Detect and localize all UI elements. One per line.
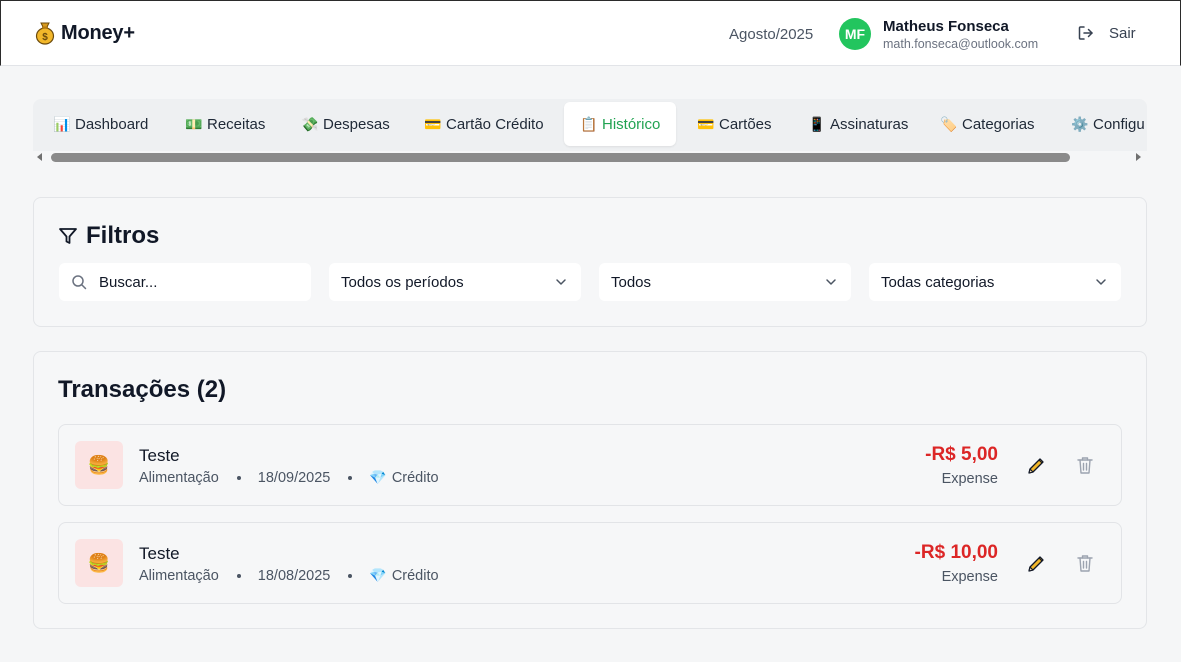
- burger-icon: 🍔: [75, 539, 123, 587]
- clipboard-icon: 📋: [580, 116, 598, 132]
- search-input[interactable]: [99, 263, 299, 301]
- top-bar: $ Money+ Agosto/2025 MF Matheus Fonseca …: [0, 0, 1181, 66]
- chevron-down-icon: [556, 279, 566, 285]
- scroll-thumb[interactable]: [51, 153, 1070, 162]
- transactions-card: Transações (2) 🍔 Teste Alimentação 18/09…: [33, 351, 1147, 629]
- filter-icon: [59, 228, 77, 244]
- tab-label: Histórico: [602, 115, 661, 133]
- chevron-down-icon: [826, 279, 836, 285]
- filters-title: Filtros: [86, 222, 160, 249]
- gem-icon: 💎: [369, 469, 387, 485]
- transaction-amount: -R$ 5,00: [925, 444, 998, 465]
- gem-icon: 💎: [369, 567, 387, 583]
- pencil-icon[interactable]: [1025, 553, 1047, 575]
- tab-label: Cartão Crédito: [446, 115, 544, 133]
- user-name: Matheus Fonseca: [883, 18, 1009, 35]
- logout-button[interactable]: Sair: [1077, 24, 1136, 42]
- avatar[interactable]: MF: [839, 18, 871, 50]
- bar-chart-icon: 📊: [53, 116, 71, 132]
- separator-dot: [348, 573, 353, 578]
- svg-text:$: $: [42, 32, 48, 43]
- transaction-meta: Alimentação 18/08/2025 💎 Crédito: [139, 567, 439, 584]
- tab-cartoes[interactable]: 💳 Cartões: [697, 102, 787, 146]
- transaction-row[interactable]: 🍔 Teste Alimentação 18/08/2025 💎 Crédito…: [58, 522, 1122, 604]
- money-bag-icon: $: [35, 22, 55, 45]
- tab-bar: 📊 Dashboard 💵 Receitas 💸 Despesas 💳 Cart…: [33, 99, 1147, 151]
- tab-label: Despesas: [323, 115, 390, 133]
- transaction-meta: Alimentação 18/09/2025 💎 Crédito: [139, 469, 439, 486]
- cash-icon: 💵: [185, 116, 203, 132]
- category-select[interactable]: Todas categorias: [869, 263, 1121, 301]
- filters-card: Filtros Todos os períodos Todos Todas ca…: [33, 197, 1147, 327]
- tag-icon: 🏷️: [940, 116, 958, 132]
- logout-label: Sair: [1109, 24, 1136, 42]
- separator-dot: [348, 475, 353, 480]
- filters-heading: Filtros: [58, 222, 159, 250]
- card-icon: 💳: [697, 116, 715, 132]
- mobile-phone-icon: 📱: [808, 116, 826, 132]
- transaction-row[interactable]: 🍔 Teste Alimentação 18/09/2025 💎 Crédito…: [58, 424, 1122, 506]
- pencil-icon[interactable]: [1025, 455, 1047, 477]
- transaction-name: Teste: [139, 446, 180, 465]
- tab-label: Configu: [1093, 115, 1145, 133]
- transaction-name: Teste: [139, 544, 180, 563]
- transaction-amount: -R$ 10,00: [914, 542, 998, 563]
- brand[interactable]: $ Money+: [35, 21, 135, 45]
- period-select[interactable]: Todos os períodos: [329, 263, 581, 301]
- transaction-date: 18/09/2025: [257, 469, 331, 486]
- money-wings-icon: 💸: [301, 116, 319, 132]
- type-select[interactable]: Todos: [599, 263, 851, 301]
- tab-label: Receitas: [207, 115, 266, 133]
- tab-historico[interactable]: 📋 Histórico: [564, 102, 676, 146]
- period-label: Agosto/2025: [729, 26, 814, 43]
- trash-icon[interactable]: [1075, 553, 1095, 575]
- search-field[interactable]: [59, 263, 311, 301]
- tab-dashboard[interactable]: 📊 Dashboard: [53, 102, 153, 146]
- type-select-value: Todos: [611, 274, 652, 291]
- tab-assinaturas[interactable]: 📱 Assinaturas: [808, 102, 918, 146]
- separator-dot: [236, 573, 241, 578]
- transaction-category: Alimentação: [139, 469, 219, 486]
- tab-despesas[interactable]: 💸 Despesas: [301, 102, 401, 146]
- user-email: math.fonseca@outlook.com: [883, 37, 1039, 51]
- transaction-category: Alimentação: [139, 567, 219, 584]
- transaction-payment: Crédito: [391, 567, 439, 584]
- transactions-title: Transações (2): [58, 376, 227, 403]
- transaction-type: Expense: [941, 569, 998, 585]
- brand-name: Money+: [61, 21, 135, 44]
- chevron-down-icon: [1096, 279, 1106, 285]
- tab-categorias[interactable]: 🏷️ Categorias: [940, 102, 1050, 146]
- tab-label: Assinaturas: [830, 115, 909, 133]
- category-select-value: Todas categorias: [881, 274, 995, 291]
- tab-configuracoes[interactable]: ⚙️ Configu: [1071, 102, 1147, 146]
- separator-dot: [236, 475, 241, 480]
- burger-icon: 🍔: [75, 441, 123, 489]
- tab-receitas[interactable]: 💵 Receitas: [185, 102, 275, 146]
- transaction-date: 18/08/2025: [257, 567, 331, 584]
- logout-icon: [1078, 26, 1093, 40]
- transaction-type: Expense: [941, 471, 998, 487]
- gear-icon: ⚙️: [1071, 116, 1089, 132]
- tab-label: Dashboard: [75, 115, 149, 133]
- tab-label: Cartões: [719, 115, 772, 133]
- tab-cartao-credito[interactable]: 💳 Cartão Crédito: [424, 102, 554, 146]
- tab-scrollbar[interactable]: [33, 151, 1147, 164]
- credit-card-icon: 💳: [424, 116, 442, 132]
- scroll-left-arrow-icon[interactable]: [37, 153, 42, 161]
- trash-icon[interactable]: [1075, 455, 1095, 477]
- transaction-payment: Crédito: [391, 469, 439, 486]
- tab-label: Categorias: [962, 115, 1035, 133]
- search-icon: [72, 275, 87, 290]
- period-select-value: Todos os períodos: [341, 274, 464, 291]
- scroll-right-arrow-icon[interactable]: [1136, 153, 1141, 161]
